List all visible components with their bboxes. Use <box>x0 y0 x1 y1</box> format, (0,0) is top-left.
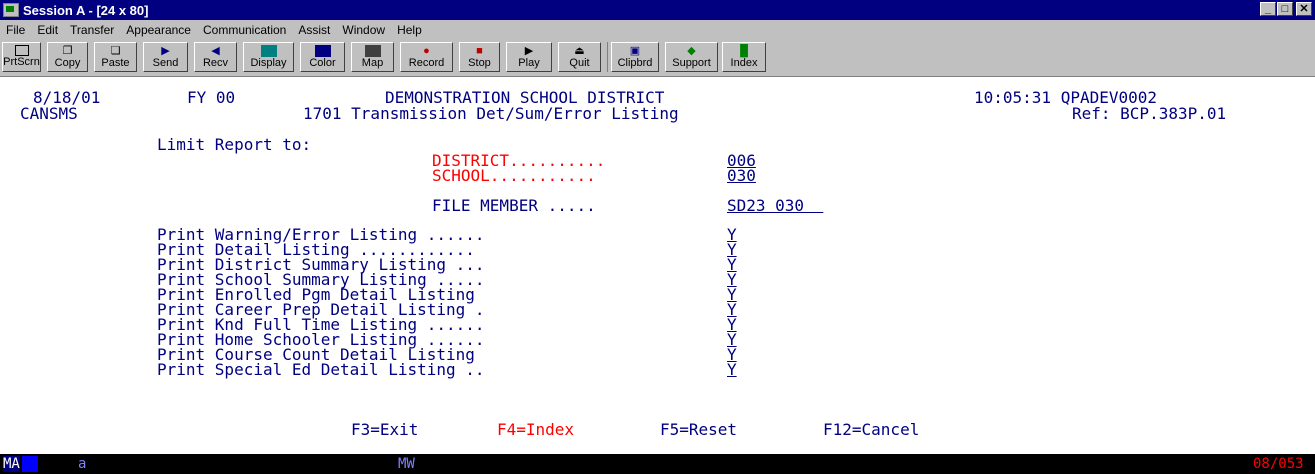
record-button[interactable]: ● Record <box>400 42 453 72</box>
file-member-label: FILE MEMBER ..... <box>432 196 596 215</box>
toolbar: PrtScrn ❐ Copy ❏ Paste ▶ Send ◀ Recv Display… <box>0 39 1315 77</box>
copy-button[interactable]: ❐ Copy <box>47 42 88 72</box>
quit-button[interactable]: ⏏ Quit <box>558 42 601 72</box>
reference: Ref: BCP.383P.01 <box>1072 104 1227 123</box>
stop-icon: ■ <box>476 45 483 57</box>
support-button[interactable]: ◆ Support <box>665 42 718 72</box>
close-button[interactable]: ✕ <box>1296 2 1312 16</box>
terminal-screen[interactable]: 8/18/01 FY 00 DEMONSTRATION SCHOOL DISTR… <box>0 77 1315 449</box>
display-button[interactable]: Display <box>243 42 294 72</box>
toolbar-separator <box>607 42 609 72</box>
status-cursor-position: 08/053 <box>1253 456 1304 472</box>
menu-appearance[interactable]: Appearance <box>126 23 191 37</box>
support-icon: ◆ <box>687 45 696 57</box>
program-name: CANSMS <box>20 104 78 123</box>
app-icon[interactable] <box>3 3 19 17</box>
display-icon <box>260 45 277 57</box>
index-icon: █ <box>740 45 748 57</box>
map-icon <box>364 45 381 57</box>
fiscal-year: FY 00 <box>187 88 236 107</box>
menu-transfer[interactable]: Transfer <box>70 23 114 37</box>
index-button[interactable]: █ Index <box>722 42 766 72</box>
f4-index-key[interactable]: F4=Index <box>497 422 574 438</box>
f3-exit-key[interactable]: F3=Exit <box>351 422 418 438</box>
play-button[interactable]: ▶ Play <box>506 42 552 72</box>
send-button[interactable]: ▶ Send <box>143 42 188 72</box>
window-title: Session A - [24 x 80] <box>23 2 149 18</box>
recv-button[interactable]: ◀ Recv <box>194 42 237 72</box>
send-icon: ▶ <box>161 45 170 57</box>
menu-bar: File Edit Transfer Appearance Communicat… <box>0 20 1315 39</box>
play-icon: ▶ <box>524 45 534 57</box>
copy-icon: ❐ <box>62 45 73 57</box>
school-field[interactable]: 030 <box>727 168 756 184</box>
window-controls: _ □ ✕ <box>1259 2 1312 16</box>
color-button[interactable]: Color <box>300 42 345 72</box>
menu-assist[interactable]: Assist <box>298 23 330 37</box>
status-mode: MA <box>3 456 20 472</box>
option-field[interactable]: Y <box>727 362 737 378</box>
report-title: 1701 Transmission Det/Sum/Error Listing <box>303 104 679 123</box>
prtscrn-button[interactable]: PrtScrn <box>2 42 41 72</box>
file-member-field[interactable]: SD23 030 <box>727 198 823 214</box>
record-icon: ● <box>423 45 430 57</box>
maximize-button[interactable]: □ <box>1277 2 1293 16</box>
paste-button[interactable]: ❏ Paste <box>94 42 137 72</box>
f12-cancel-key[interactable]: F12=Cancel <box>823 422 919 438</box>
menu-help[interactable]: Help <box>397 23 422 37</box>
print-screen-icon <box>14 45 29 56</box>
clipbrd-button[interactable]: ▣ Clipbrd <box>611 42 659 72</box>
status-bar: MA a MW 08/053 <box>0 454 1315 474</box>
option-label: Print Special Ed Detail Listing .. <box>157 360 485 379</box>
paste-icon: ❏ <box>110 45 121 57</box>
clipboard-icon: ▣ <box>629 45 641 57</box>
map-button[interactable]: Map <box>351 42 394 72</box>
status-cursor-block <box>22 456 38 472</box>
minimize-button[interactable]: _ <box>1260 2 1276 16</box>
menu-communication[interactable]: Communication <box>203 23 286 37</box>
color-icon <box>314 45 331 57</box>
menu-window[interactable]: Window <box>342 23 385 37</box>
f5-reset-key[interactable]: F5=Reset <box>660 422 737 438</box>
status-session: a <box>78 456 87 472</box>
quit-icon: ⏏ <box>574 45 585 57</box>
school-label: SCHOOL........... <box>432 166 596 185</box>
title-bar: Session A - [24 x 80] _ □ ✕ <box>0 0 1315 20</box>
limit-label: Limit Report to: <box>157 135 312 154</box>
stop-button[interactable]: ■ Stop <box>459 42 500 72</box>
menu-edit[interactable]: Edit <box>37 23 58 37</box>
receive-icon: ◀ <box>211 45 220 57</box>
menu-file[interactable]: File <box>6 23 25 37</box>
status-mw: MW <box>398 456 415 472</box>
